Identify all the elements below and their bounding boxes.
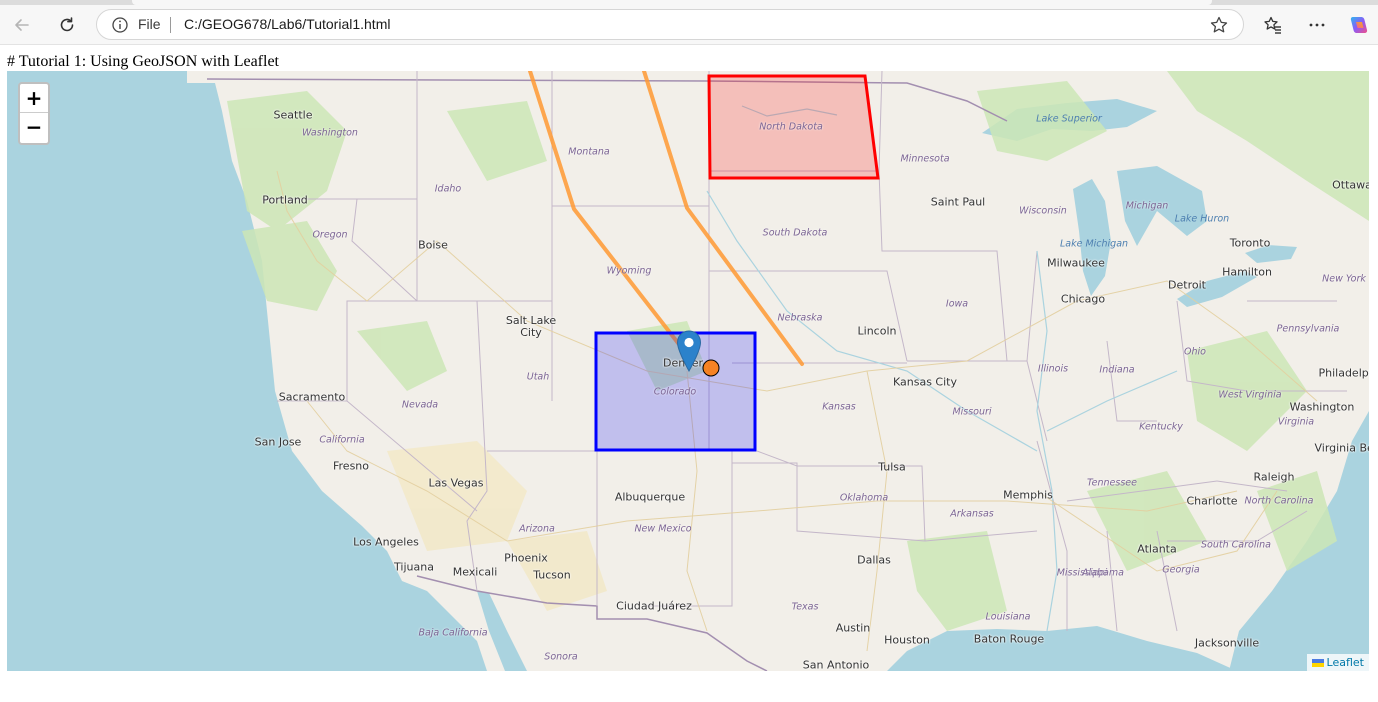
copilot-icon[interactable] <box>1342 9 1374 41</box>
route-line-west <box>528 71 694 363</box>
zoom-control: + − <box>18 82 50 145</box>
zoom-out-button[interactable]: − <box>20 113 48 142</box>
zoom-in-button[interactable]: + <box>20 84 48 113</box>
page-heading: # Tutorial 1: Using GeoJSON with Leaflet <box>7 53 279 70</box>
attribution: Leaflet <box>1306 654 1369 671</box>
more-icon[interactable] <box>1301 9 1333 41</box>
scheme-label: File <box>138 16 161 32</box>
address-bar[interactable]: File C:/GEOG678/Lab6/Tutorial1.html <box>96 9 1244 40</box>
back-arrow-icon[interactable] <box>6 9 38 41</box>
star-icon[interactable] <box>1209 15 1229 35</box>
attribution-leaflet-link[interactable]: Leaflet <box>1327 654 1364 671</box>
url-text[interactable]: C:/GEOG678/Lab6/Tutorial1.html <box>184 16 390 32</box>
north-dakota-box <box>707 74 880 180</box>
favorites-icon[interactable] <box>1257 9 1289 41</box>
reload-icon[interactable] <box>51 9 83 41</box>
browser-toolbar: File C:/GEOG678/Lab6/Tutorial1.html <box>0 5 1378 45</box>
info-icon[interactable] <box>111 16 129 34</box>
map-marker-pin-icon[interactable] <box>676 330 702 372</box>
address-divider <box>170 17 171 33</box>
leaflet-map[interactable]: Seattle Portland Boise Salt Lake City Sacram… <box>7 71 1369 671</box>
circle-marker <box>702 359 720 377</box>
ukraine-flag-icon <box>1311 658 1324 667</box>
